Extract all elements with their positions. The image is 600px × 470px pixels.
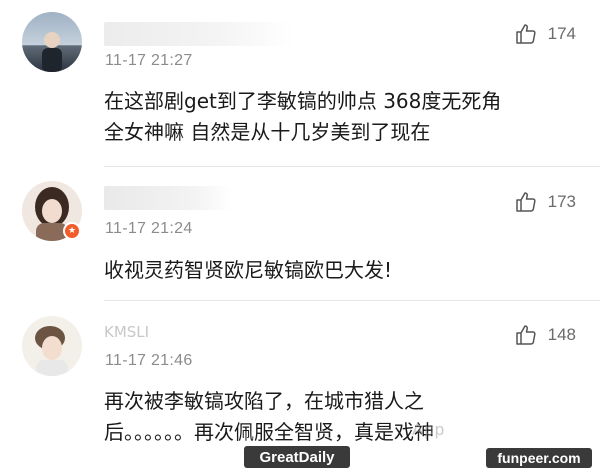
avatar[interactable] [22, 316, 82, 376]
comment-text-line: 后。。。。。。再次佩服全智贤，真是戏神 [104, 420, 434, 444]
thumbs-up-icon [515, 192, 536, 212]
comment-text-line: 再次被李敏镐攻陷了，在城市猎人之 [104, 389, 424, 413]
username[interactable]: KMSLI [104, 320, 204, 344]
like-count: 173 [547, 192, 576, 211]
like-button[interactable]: 173 [514, 190, 576, 214]
comment-text-line: 在这部剧get到了李敏镐的帅点 368度无死角 [104, 89, 502, 113]
avatar[interactable] [22, 12, 82, 72]
thumbs-up-icon [515, 24, 536, 44]
avatar-image [42, 32, 62, 72]
faint-watermark: App [412, 420, 446, 439]
like-button[interactable]: 174 [514, 22, 576, 46]
watermark-greatdaily: GreatDaily [244, 446, 350, 468]
comment-time: 11-17 21:27 [105, 52, 193, 69]
comment-text-line: 收视灵药智贤欧尼敏镐欧巴大发! [104, 258, 393, 282]
divider [104, 300, 600, 301]
thumbs-up-icon [515, 325, 536, 345]
like-count: 148 [547, 325, 576, 344]
verified-badge-icon: ★ [63, 222, 81, 240]
like-count: 174 [547, 24, 576, 43]
comment-text: 再次被李敏镐攻陷了，在城市猎人之 后。。。。。。再次佩服全智贤，真是戏神 [104, 386, 574, 448]
comment-text-line: 全女神嘛 自然是从十几岁美到了现在 [104, 120, 431, 144]
like-button[interactable]: 148 [514, 323, 576, 347]
comment-text: 收视灵药智贤欧尼敏镐欧巴大发! [104, 255, 574, 286]
comment-time: 11-17 21:46 [105, 352, 193, 369]
username[interactable] [104, 186, 232, 210]
comment-text: 在这部剧get到了李敏镐的帅点 368度无死角 全女神嘛 自然是从十几岁美到了现… [104, 86, 574, 148]
avatar-image [35, 326, 68, 376]
comment-time: 11-17 21:24 [105, 220, 193, 237]
divider [104, 166, 600, 167]
watermark-funpeer: funpeer.com [486, 448, 592, 468]
username[interactable] [104, 22, 294, 46]
